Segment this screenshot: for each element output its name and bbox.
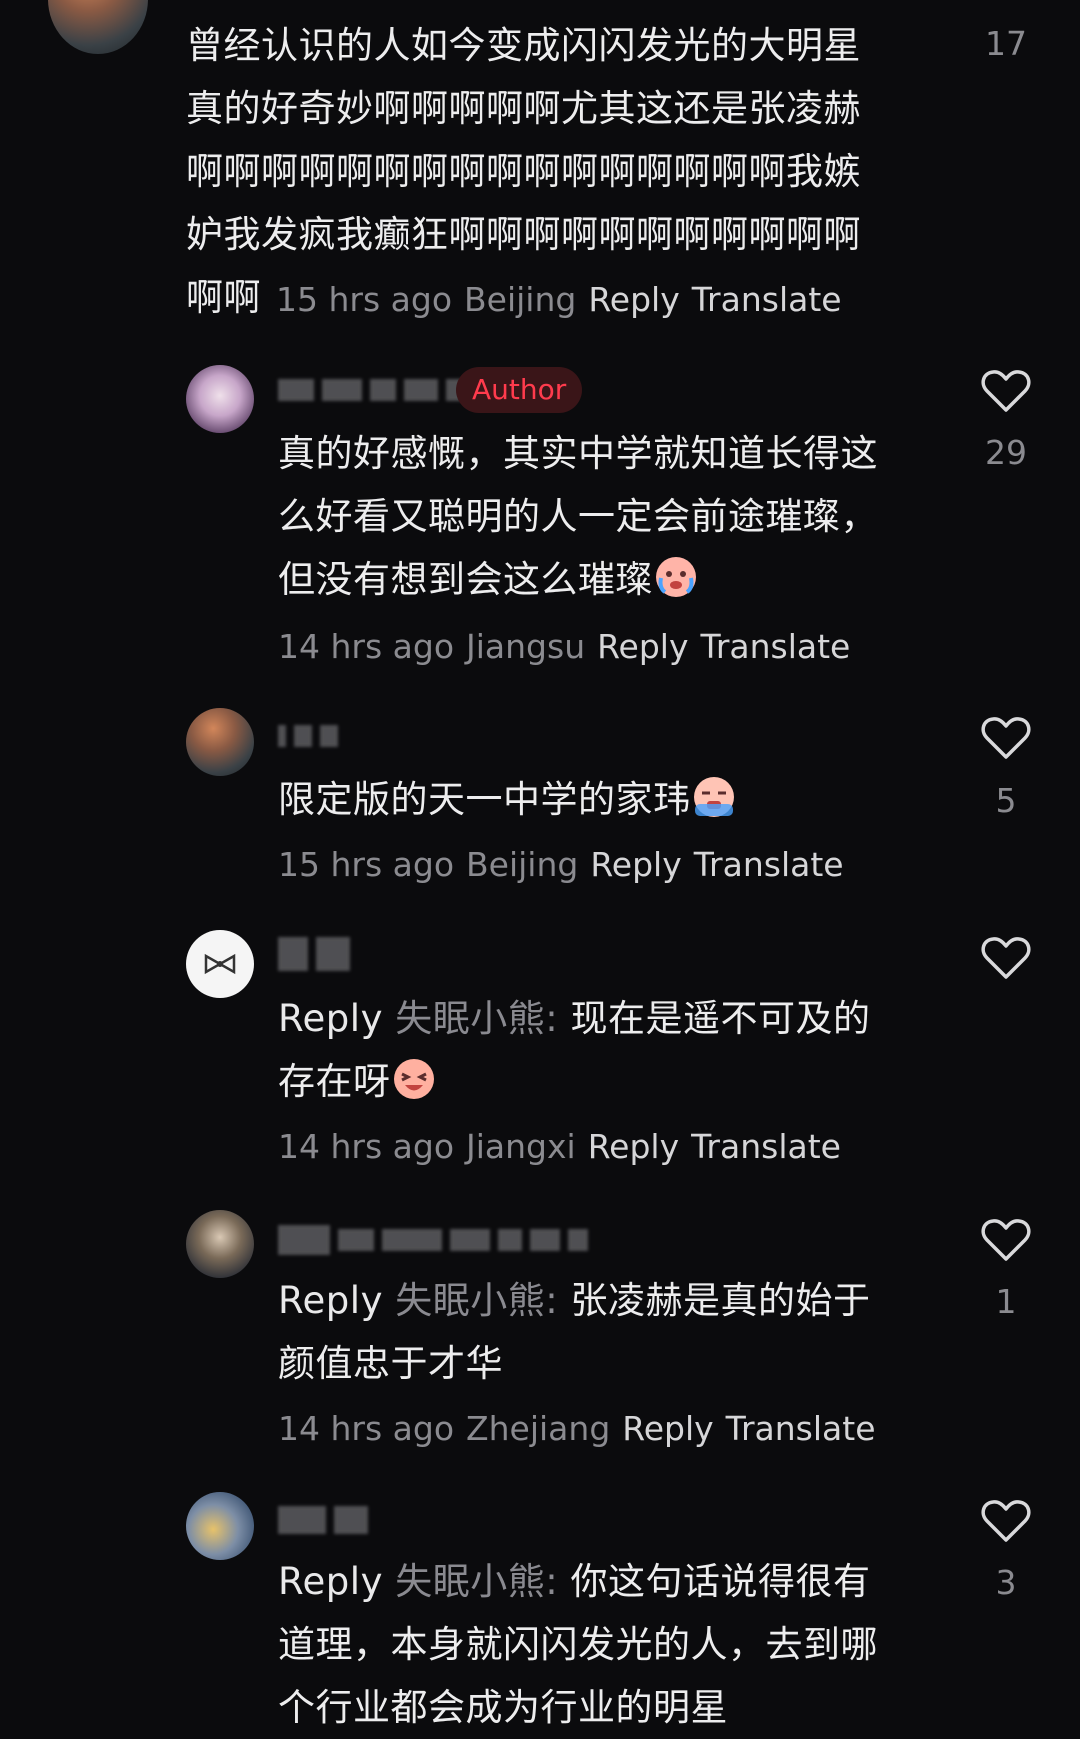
timestamp: 14 hrs ago <box>278 1409 455 1448</box>
avatar[interactable] <box>186 930 254 998</box>
heart-outline-icon[interactable] <box>980 715 1032 761</box>
location: Beijing <box>466 845 579 884</box>
location: Jiangsu <box>466 627 586 666</box>
comment-text-last-line: 啊啊 <box>186 276 261 319</box>
laughing-face-icon <box>393 1059 434 1099</box>
reply-prefix: Reply <box>278 1279 383 1322</box>
comment-meta: 15 hrs ago Beijing Reply Translate <box>278 845 856 884</box>
comment-text: Reply 失眠小熊: 你这句话说得很有 道理，本身就闪闪发光的人，去到哪 个行… <box>278 1560 878 1729</box>
reply-link[interactable]: Reply <box>622 1409 713 1448</box>
heart-outline-icon[interactable] <box>980 1217 1032 1263</box>
like-count: 3 <box>995 1563 1017 1602</box>
reply-prefix: Reply <box>278 997 383 1040</box>
like-count: 17 <box>985 24 1027 63</box>
timestamp: 15 hrs ago <box>276 280 453 319</box>
comment-text: 真的好感慨，其实中学就知道长得这 么好看又聪明的人一定会前途璀璨， 但没有想到会… <box>278 432 878 601</box>
timestamp: 14 hrs ago <box>278 627 455 666</box>
translate-link[interactable]: Translate <box>694 845 844 884</box>
reply-link[interactable]: Reply <box>588 1127 679 1166</box>
username-redacted <box>278 376 472 404</box>
sobbing-face-icon <box>693 777 734 817</box>
avatar[interactable] <box>186 1492 254 1560</box>
heart-outline-icon[interactable] <box>980 935 1032 981</box>
comment-text: 曾经认识的人如今变成闪闪发光的大明星 真的好奇妙啊啊啊啊啊尤其这还是张凌赫 啊啊… <box>186 24 861 256</box>
comment-meta: 15 hrs ago Beijing Reply Translate <box>276 280 854 319</box>
translate-link[interactable]: Translate <box>726 1409 876 1448</box>
author-badge: Author <box>456 367 583 413</box>
location: Zhejiang <box>466 1409 611 1448</box>
comment-text: 限定版的天一中学的家玮 <box>278 768 938 831</box>
like-count: 1 <box>995 1282 1017 1321</box>
reply-link[interactable]: Reply <box>588 280 679 319</box>
username-redacted <box>278 722 338 750</box>
reply-target-username[interactable]: 失眠小熊: <box>395 997 558 1040</box>
reply-target-username[interactable]: 失眠小熊: <box>395 1279 558 1322</box>
comment-text: Reply 失眠小熊: 张凌赫是真的始于 颜值忠于才华 <box>278 1279 871 1385</box>
avatar[interactable] <box>186 365 254 433</box>
like-count: 29 <box>985 433 1027 472</box>
reply-link[interactable]: Reply <box>597 627 688 666</box>
avatar[interactable] <box>186 1210 254 1278</box>
reply-target-username[interactable]: 失眠小熊: <box>395 1560 558 1603</box>
username-redacted <box>278 937 350 971</box>
comment-meta: 14 hrs ago Zhejiang Reply Translate <box>278 1409 888 1448</box>
avatar[interactable] <box>186 708 254 776</box>
username-redacted <box>278 1506 368 1534</box>
comment-meta: 14 hrs ago Jiangxi Reply Translate <box>278 1127 853 1166</box>
comment-meta: 14 hrs ago Jiangsu Reply Translate <box>278 627 862 666</box>
translate-link[interactable]: Translate <box>692 280 842 319</box>
heart-outline-icon[interactable] <box>980 1498 1032 1544</box>
heart-outline-icon[interactable] <box>980 368 1032 414</box>
username-redacted <box>278 1225 588 1255</box>
translate-link[interactable]: Translate <box>691 1127 841 1166</box>
like-count: 5 <box>995 781 1017 820</box>
translate-link[interactable]: Translate <box>701 627 851 666</box>
location: Beijing <box>464 280 577 319</box>
reply-prefix: Reply <box>278 1560 383 1603</box>
location: Jiangxi <box>466 1127 576 1166</box>
comment-text: Reply 失眠小熊: 现在是遥不可及的 存在呀 <box>278 997 871 1103</box>
timestamp: 14 hrs ago <box>278 1127 455 1166</box>
crying-face-icon <box>656 557 696 597</box>
avatar[interactable] <box>48 0 148 54</box>
reply-link[interactable]: Reply <box>590 845 681 884</box>
bow-icon <box>204 953 236 975</box>
timestamp: 15 hrs ago <box>278 845 455 884</box>
